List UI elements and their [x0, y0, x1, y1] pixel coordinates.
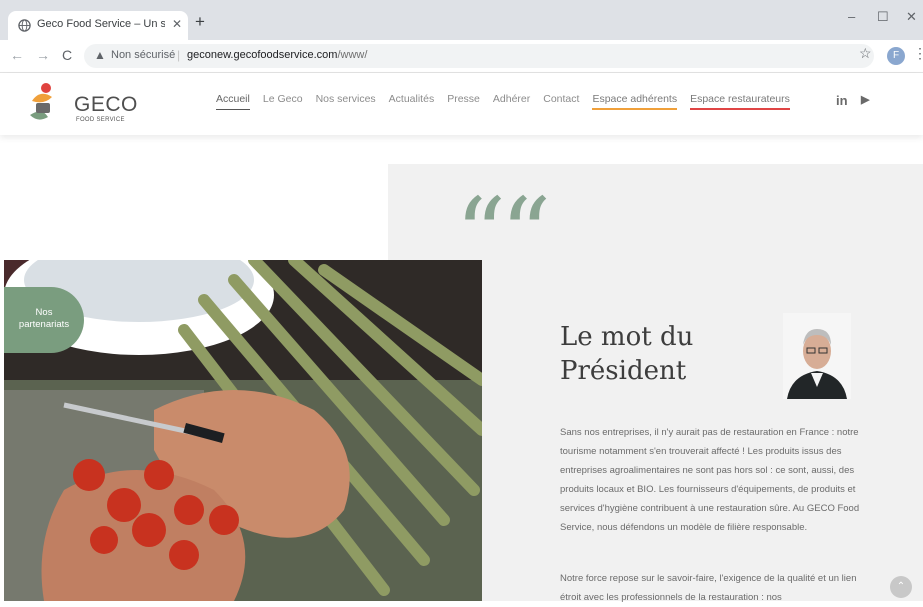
youtube-icon[interactable]: ▶	[861, 93, 869, 106]
president-photo	[783, 313, 851, 399]
main-nav: Accueil Le Geco Nos services Actualités …	[216, 93, 803, 110]
title-line2: Président	[560, 356, 687, 386]
browser-menu-icon[interactable]: ⋮	[913, 45, 923, 62]
security-label[interactable]: Non sécurisé	[111, 49, 175, 61]
tab-title: Geco Food Service – Un site utili	[37, 18, 165, 30]
nav-actualites[interactable]: Actualités	[389, 93, 435, 110]
back-button[interactable]: ←	[10, 47, 24, 63]
nav-adherer[interactable]: Adhérer	[493, 93, 530, 110]
site-header: GECO FOOD SERVICE Accueil Le Geco Nos se…	[0, 73, 923, 135]
nav-accueil[interactable]: Accueil	[216, 93, 250, 110]
tab-close-icon[interactable]: ✕	[172, 17, 182, 31]
geco-logo[interactable]: GECO FOOD SERVICE	[26, 79, 138, 129]
new-tab-button[interactable]: +	[195, 12, 205, 32]
minimize-button[interactable]: –	[848, 9, 855, 24]
globe-icon	[18, 19, 31, 32]
badge-line1: Nos	[35, 307, 53, 318]
reload-button[interactable]: C	[62, 47, 72, 63]
bookmark-star-icon[interactable]: ☆	[859, 45, 872, 62]
logo-mark-icon	[30, 83, 52, 120]
url-separator: |	[177, 48, 181, 62]
president-portrait-image	[787, 329, 847, 399]
nav-presse[interactable]: Presse	[447, 93, 480, 110]
address-bar[interactable]: ▲ Non sécurisé | geconew.gecofoodservice…	[84, 44, 874, 68]
warning-icon[interactable]: ▲	[94, 48, 106, 62]
partenariats-badge[interactable]: Nos partenariats	[4, 287, 84, 353]
nav-contact[interactable]: Contact	[543, 93, 579, 110]
url-path: /www/	[337, 49, 368, 61]
close-window-button[interactable]: ✕	[906, 9, 917, 25]
linkedin-icon[interactable]: in	[836, 93, 848, 108]
nav-espace-adherents[interactable]: Espace adhérents	[592, 93, 678, 110]
president-paragraph-2: Notre force repose sur le savoir-faire, …	[560, 573, 857, 603]
browser-toolbar: ← → C ▲ Non sécurisé | geconew.gecofoods…	[0, 40, 923, 73]
nav-nos-services[interactable]: Nos services	[316, 93, 376, 110]
nav-le-geco[interactable]: Le Geco	[263, 93, 303, 110]
logo-text: GECO	[74, 93, 138, 116]
logo-subtitle: FOOD SERVICE	[76, 117, 125, 123]
president-paragraph-1: Sans nos entreprises, il n'y aurait pas …	[560, 427, 860, 533]
section-title: Le mot du Président	[560, 320, 693, 388]
nav-espace-restaurateurs[interactable]: Espace restaurateurs	[690, 93, 790, 110]
browser-tab[interactable]: Geco Food Service – Un site utili ✕	[8, 11, 188, 40]
maximize-button[interactable]: ☐	[877, 9, 889, 25]
forward-button[interactable]: →	[36, 47, 50, 63]
badge-line2: partenariats	[18, 319, 70, 330]
profile-avatar[interactable]: F	[887, 47, 905, 65]
url-host: geconew.gecofoodservice.com	[187, 49, 338, 61]
browser-tabstrip: Geco Food Service – Un site utili ✕ + – …	[0, 0, 923, 40]
title-line1: Le mot du	[560, 322, 694, 352]
url-text[interactable]: geconew.gecofoodservice.com/www/	[187, 49, 367, 61]
scroll-to-top-button[interactable]: ⌃	[890, 576, 912, 598]
